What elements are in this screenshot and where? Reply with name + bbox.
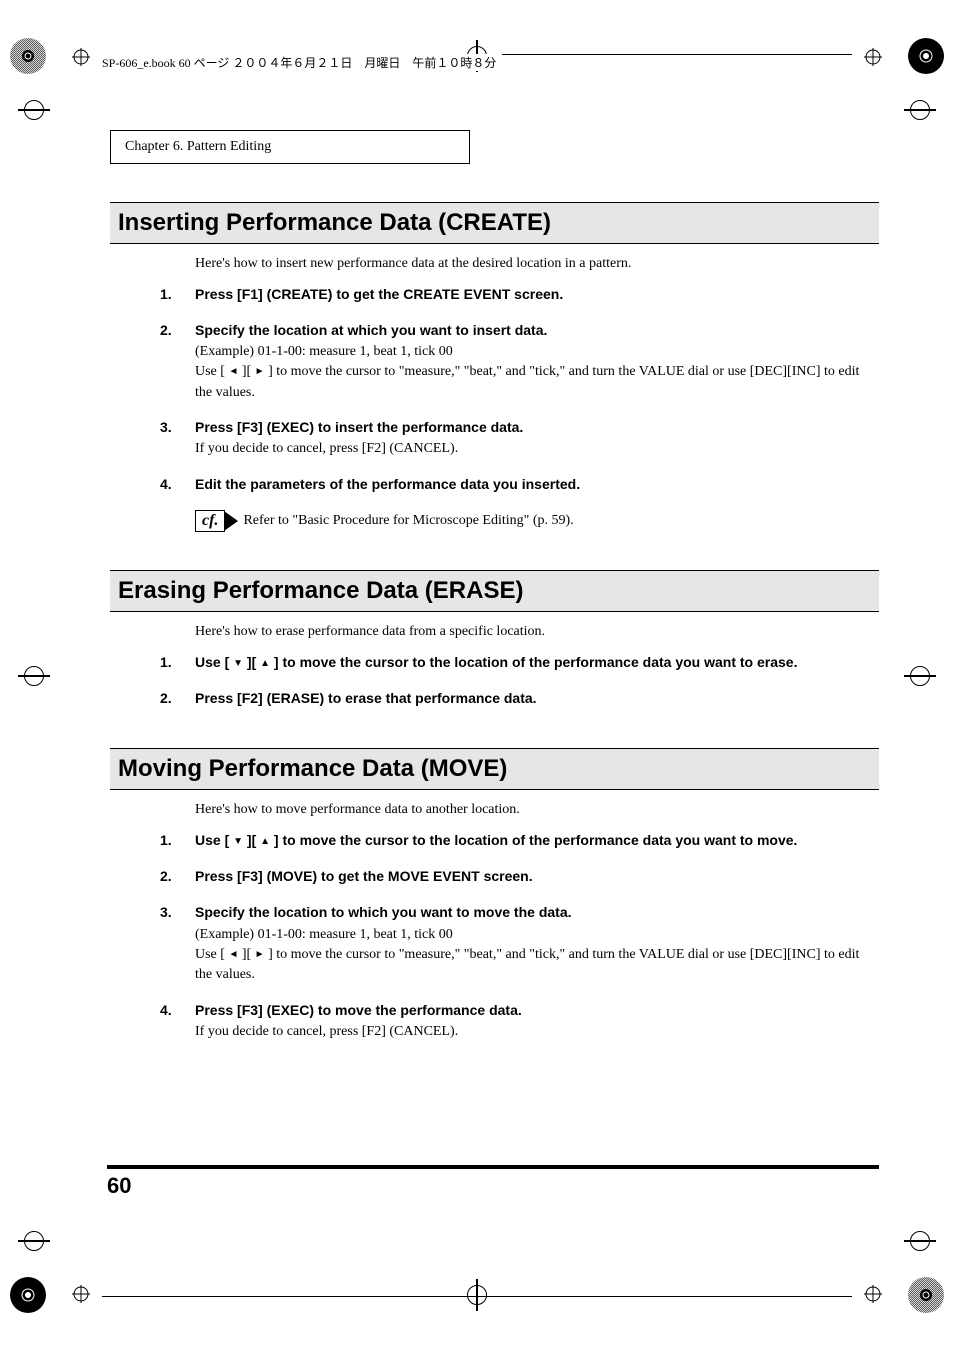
page: SP-606_e.book 60 ページ ２００４年６月２１日 月曜日 午前１０… [0, 0, 954, 1351]
step-bold: Press [F1] (CREATE) to get the CREATE EV… [195, 286, 563, 302]
step-item: 1. Use [ ▼ ][ ▲ ] to move the cursor to … [160, 830, 879, 852]
crosshair-icon [864, 1285, 882, 1303]
step-bold: Specify the location to which you want t… [195, 904, 572, 920]
left-arrow-icon: ◄ [228, 365, 238, 380]
reg-mark [467, 1285, 487, 1305]
step-body: Use [ ◄ ][ ► ] to move the cursor to "me… [195, 947, 859, 982]
step-body: (Example) 01-1-00: measure 1, beat 1, ti… [195, 927, 453, 942]
intro-text: Here's how to insert new performance dat… [195, 254, 879, 274]
step-item: 2. Press [F2] (ERASE) to erase that perf… [160, 688, 879, 710]
reg-mark [24, 666, 44, 686]
step-bold: Specify the location at which you want t… [195, 322, 547, 338]
reg-mark [910, 1231, 930, 1251]
step-bold: Use [ ▼ ][ ▲ ] to move the cursor to the… [195, 832, 797, 848]
step-bold: Press [F3] (MOVE) to get the MOVE EVENT … [195, 868, 533, 884]
bookline-text: SP-606_e.book 60 ページ ２００４年６月２１日 月曜日 午前１０… [102, 54, 502, 71]
step-number: 1. [160, 284, 172, 304]
crosshair-icon [72, 1285, 90, 1303]
step-item: 3. Specify the location to which you wan… [160, 902, 879, 985]
printer-disc-br [906, 1275, 946, 1315]
cf-icon: cf. [195, 510, 225, 532]
chapter-box: Chapter 6. Pattern Editing [110, 130, 470, 164]
step-number: 3. [160, 902, 172, 922]
steps-list: 1. Use [ ▼ ][ ▲ ] to move the cursor to … [160, 830, 879, 1042]
step-number: 2. [160, 866, 172, 886]
printer-disc-tl [8, 36, 48, 76]
right-arrow-icon: ► [255, 948, 265, 963]
printer-disc-tr [906, 36, 946, 76]
crosshair-icon [864, 48, 882, 66]
step-number: 2. [160, 688, 172, 708]
step-number: 4. [160, 474, 172, 494]
step-number: 2. [160, 320, 172, 340]
reg-mark [24, 1231, 44, 1251]
section-heading-erase: Erasing Performance Data (ERASE) [110, 570, 879, 612]
step-body: Use [ ◄ ][ ► ] to move the cursor to "me… [195, 364, 859, 399]
intro-text: Here's how to erase performance data fro… [195, 622, 879, 642]
printer-disc-bl [8, 1275, 48, 1315]
step-number: 1. [160, 830, 172, 850]
step-body: If you decide to cancel, press [F2] (CAN… [195, 1024, 458, 1039]
step-bold: Use [ ▼ ][ ▲ ] to move the cursor to the… [195, 654, 797, 670]
step-bold: Press [F3] (EXEC) to insert the performa… [195, 419, 523, 435]
step-item: 4. Edit the parameters of the performanc… [160, 474, 879, 496]
section-heading-move: Moving Performance Data (MOVE) [110, 748, 879, 790]
page-number: 60 [107, 1173, 131, 1199]
intro-text: Here's how to move performance data to a… [195, 800, 879, 820]
crosshair-icon [72, 48, 90, 66]
step-body: (Example) 01-1-00: measure 1, beat 1, ti… [195, 344, 453, 359]
step-item: 3. Press [F3] (EXEC) to insert the perfo… [160, 417, 879, 460]
reg-mark [910, 100, 930, 120]
steps-list: 1. Press [F1] (CREATE) to get the CREATE… [160, 284, 879, 496]
step-bold: Press [F2] (ERASE) to erase that perform… [195, 690, 537, 706]
page-rule [107, 1165, 879, 1169]
right-arrow-icon: ► [255, 365, 265, 380]
left-arrow-icon: ◄ [228, 948, 238, 963]
step-item: 2. Specify the location at which you wan… [160, 320, 879, 403]
cf-row: cf. Refer to "Basic Procedure for Micros… [195, 510, 879, 532]
down-arrow-icon: ▼ [233, 657, 243, 672]
step-bold: Press [F3] (EXEC) to move the performanc… [195, 1002, 522, 1018]
step-number: 4. [160, 1000, 172, 1020]
step-number: 3. [160, 417, 172, 437]
content: Chapter 6. Pattern Editing Inserting Per… [110, 130, 879, 1056]
step-item: 1. Press [F1] (CREATE) to get the CREATE… [160, 284, 879, 306]
step-item: 1. Use [ ▼ ][ ▲ ] to move the cursor to … [160, 652, 879, 674]
reg-mark [24, 100, 44, 120]
down-arrow-icon: ▼ [233, 835, 243, 850]
step-item: 4. Press [F3] (EXEC) to move the perform… [160, 1000, 879, 1043]
step-body: If you decide to cancel, press [F2] (CAN… [195, 441, 458, 456]
step-item: 2. Press [F3] (MOVE) to get the MOVE EVE… [160, 866, 879, 888]
up-arrow-icon: ▲ [260, 835, 270, 850]
bookline-rule-bottom [102, 1296, 852, 1297]
step-number: 1. [160, 652, 172, 672]
steps-list: 1. Use [ ▼ ][ ▲ ] to move the cursor to … [160, 652, 879, 711]
cf-text: Refer to "Basic Procedure for Microscope… [243, 513, 573, 529]
section-heading-create: Inserting Performance Data (CREATE) [110, 202, 879, 244]
step-bold: Edit the parameters of the performance d… [195, 476, 580, 492]
up-arrow-icon: ▲ [260, 657, 270, 672]
reg-mark [910, 666, 930, 686]
